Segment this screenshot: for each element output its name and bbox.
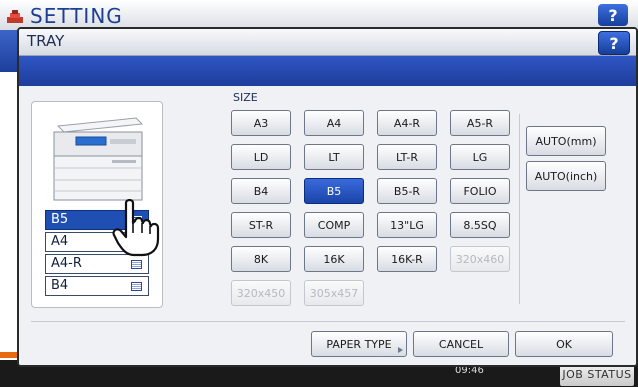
- app-indicator: [0, 352, 18, 358]
- auto-mm-button[interactable]: AUTO(mm): [526, 126, 606, 156]
- tray-label: B5: [51, 212, 69, 227]
- tray-label: B4: [51, 278, 69, 293]
- paper-type-button[interactable]: PAPER TYPE: [311, 331, 407, 357]
- tray-row[interactable]: B4: [45, 276, 149, 296]
- ok-button[interactable]: OK: [515, 331, 613, 357]
- tray-row[interactable]: A4-R: [45, 254, 149, 274]
- dialog-header-band: [19, 56, 636, 86]
- size-button[interactable]: 8.5SQ: [450, 212, 510, 238]
- touch-hand-icon: [112, 199, 160, 257]
- dialog-title: TRAY: [27, 32, 65, 50]
- size-button[interactable]: 8K: [231, 246, 291, 272]
- size-button: 320x460: [450, 246, 510, 272]
- size-button[interactable]: A4: [304, 110, 364, 136]
- auto-inch-button[interactable]: AUTO(inch): [526, 161, 606, 191]
- settings-logo-icon: [7, 10, 23, 23]
- size-button[interactable]: A5-R: [450, 110, 510, 136]
- dialog-content: B5 A4 A4-R B4 SIZE A3 A4 A4-R A5-R LD LT LT-R LG B4…: [19, 86, 636, 365]
- size-button[interactable]: COMP: [304, 212, 364, 238]
- tray-label: A4: [51, 234, 69, 249]
- size-button[interactable]: LD: [231, 144, 291, 170]
- size-button: 305x457: [304, 280, 364, 306]
- size-button[interactable]: B5-R: [377, 178, 437, 204]
- cancel-button[interactable]: CANCEL: [413, 331, 509, 357]
- size-button[interactable]: LG: [450, 144, 510, 170]
- size-button[interactable]: 13"LG: [377, 212, 437, 238]
- horizontal-divider: [31, 321, 625, 322]
- size-button[interactable]: A3: [231, 110, 291, 136]
- paper-tray-icon: [131, 282, 142, 291]
- size-button[interactable]: LT-R: [377, 144, 437, 170]
- app-help-button[interactable]: ?: [598, 4, 628, 26]
- paper-tray-icon: [131, 260, 142, 269]
- size-button[interactable]: 16K-R: [377, 246, 437, 272]
- tray-label: A4-R: [51, 256, 82, 271]
- copier-illustration-icon: [53, 117, 144, 201]
- size-button[interactable]: FOLIO: [450, 178, 510, 204]
- app-header: SETTING ?: [0, 0, 638, 30]
- dialog-help-button[interactable]: ?: [598, 31, 630, 55]
- app-title: SETTING: [30, 4, 123, 28]
- vertical-divider: [519, 114, 520, 304]
- size-button[interactable]: A4-R: [377, 110, 437, 136]
- tray-dialog: TRAY ? B5 A4 A4-R B4 SIZE A3 A4 A4-R A5-…: [17, 27, 638, 367]
- size-button: 320x450: [231, 280, 291, 306]
- size-button[interactable]: ST-R: [231, 212, 291, 238]
- size-button[interactable]: B4: [231, 178, 291, 204]
- submenu-arrow-icon: [398, 347, 403, 353]
- clock-time: 09:46: [455, 365, 484, 376]
- size-button[interactable]: LT: [304, 144, 364, 170]
- paper-type-label: PAPER TYPE: [326, 337, 392, 351]
- size-label: SIZE: [233, 91, 258, 104]
- size-button[interactable]: B5: [304, 178, 364, 204]
- size-button[interactable]: 16K: [304, 246, 364, 272]
- dialog-title-bar: TRAY ?: [19, 29, 636, 56]
